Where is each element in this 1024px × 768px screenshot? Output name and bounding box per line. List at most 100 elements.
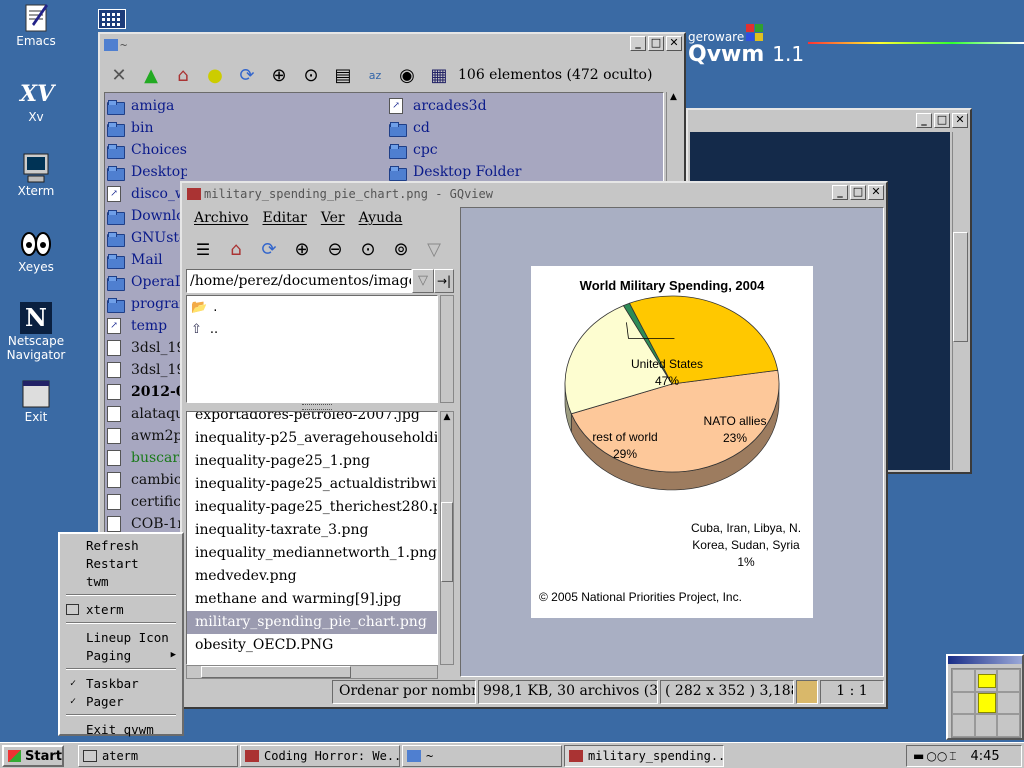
menu-item-xterm[interactable]: xterm — [64, 600, 178, 618]
file-item[interactable]: 3dsl_19 — [107, 359, 187, 381]
file-list-scrollbar[interactable]: ▲ — [440, 411, 454, 665]
maximize-button[interactable]: □ — [648, 36, 664, 51]
filemanager-titlebar[interactable]: ~ — [102, 36, 682, 54]
refresh-icon[interactable]: ⟳ — [234, 62, 260, 88]
color-profile-icon[interactable] — [796, 680, 818, 704]
menu-item-refresh[interactable]: Refresh — [64, 536, 178, 554]
file-list-item[interactable]: inequality-page25_therichest280.png — [187, 496, 437, 519]
path-input[interactable]: /home/perez/documentos/imagen — [186, 269, 412, 293]
file-item[interactable]: Choices — [107, 139, 187, 161]
zoom-original-icon[interactable]: ⊚ — [388, 236, 414, 262]
image-view[interactable]: World Military Spending, 2004 United Sta… — [460, 207, 884, 677]
file-item[interactable]: 2012-0 — [107, 381, 187, 403]
task-filemanager[interactable]: ~ — [402, 745, 562, 767]
scroll-up-icon[interactable]: ▲ — [441, 412, 453, 422]
task-aterm[interactable]: aterm — [78, 745, 238, 767]
file-list-item[interactable]: medvedev.png — [187, 565, 437, 588]
desktop-icon-emacs[interactable]: Emacs — [0, 2, 72, 48]
file-item[interactable]: cpc — [389, 139, 589, 161]
menu-item-lineup-icon[interactable]: Lineup Icon — [64, 628, 178, 646]
close-button[interactable]: ✕ — [952, 113, 968, 128]
file-item[interactable]: ↗ arcades3d — [389, 95, 589, 117]
pager-desk[interactable] — [952, 669, 975, 692]
gqview-titlebar[interactable]: military_spending_pie_chart.png - GQview — [184, 185, 884, 203]
pager-desk[interactable] — [952, 691, 975, 715]
clock[interactable]: 4:45 — [971, 749, 1000, 764]
details-view-icon[interactable]: ▤ — [330, 62, 356, 88]
maximize-button[interactable]: □ — [850, 185, 866, 200]
menu-item-exit-qvwm[interactable]: Exit qvwm — [64, 720, 178, 738]
file-list-item[interactable]: military_spending_pie_chart.png — [187, 611, 437, 634]
file-list-item[interactable]: methane and warming[9].jpg — [187, 588, 437, 611]
tray-lamp-icon[interactable]: ⌶ — [949, 749, 956, 764]
menu-ayuda[interactable]: Ayuda — [359, 210, 403, 226]
file-item[interactable]: GNUste — [107, 227, 187, 249]
menu-item-restart[interactable]: Restart — [64, 554, 178, 572]
file-item[interactable]: 3dsl_19 — [107, 337, 187, 359]
gqview-window[interactable]: military_spending_pie_chart.png - GQview… — [180, 181, 888, 709]
tray-monitor-icon[interactable]: ▬ — [913, 749, 924, 763]
pager-desk[interactable] — [974, 669, 998, 692]
zoom-in-icon[interactable]: ⊕ — [266, 62, 292, 88]
pane-splitter[interactable] — [302, 404, 332, 410]
pager-desk[interactable] — [974, 714, 998, 737]
file-list-item[interactable]: inequality_mediannetworth_1.png — [187, 542, 437, 565]
file-item[interactable]: ↗ disco_w — [107, 183, 187, 205]
desktop-icon-xterm[interactable]: Xterm — [0, 152, 72, 198]
close-button[interactable]: ✕ — [868, 185, 884, 200]
zoom-fit-icon[interactable]: ⊙ — [355, 236, 381, 262]
scroll-up-icon[interactable]: ▲ — [667, 92, 680, 104]
file-list-item[interactable]: inequality-p25_averagehouseholdinc — [187, 427, 437, 450]
home-icon[interactable]: ⌂ — [170, 62, 196, 88]
file-list-item[interactable]: exportadores-petroleo-2007.jpg — [187, 412, 437, 427]
file-item[interactable]: program — [107, 293, 187, 315]
dir-item-current[interactable]: 📂. — [187, 296, 437, 318]
file-item[interactable]: alataqu — [107, 403, 187, 425]
close-button[interactable]: ✕ — [666, 36, 682, 51]
start-button[interactable]: Start — [2, 745, 64, 767]
close-icon[interactable]: ✕ — [106, 62, 132, 88]
file-item[interactable]: amiga — [107, 95, 187, 117]
thumbnails-icon[interactable]: ☰ — [190, 236, 216, 262]
zoom-out-icon[interactable]: ⊖ — [322, 236, 348, 262]
file-list-hscrollbar[interactable] — [186, 665, 438, 679]
file-item[interactable]: bin — [107, 117, 187, 139]
sort-icon[interactable]: az — [362, 62, 388, 88]
menu-item-pager[interactable]: ✓ Pager — [64, 692, 178, 710]
file-item[interactable]: ↗ temp — [107, 315, 187, 337]
pager[interactable] — [946, 654, 1024, 740]
desktop-icon-exit[interactable]: Exit — [0, 378, 72, 424]
zoom-fit-icon[interactable]: ⊙ — [298, 62, 324, 88]
aterm-scrollbar[interactable] — [952, 132, 968, 470]
pager-desk[interactable] — [974, 691, 998, 715]
up-arrow-icon[interactable]: ▲ — [138, 62, 164, 88]
file-item[interactable]: awm2pl — [107, 425, 187, 447]
dropdown-arrow-icon[interactable]: ▽ — [421, 236, 447, 262]
menu-item-paging[interactable]: Paging ▶ — [64, 646, 178, 664]
pager-desk[interactable] — [952, 714, 975, 737]
home-icon[interactable]: ⌂ — [223, 236, 249, 262]
file-item[interactable]: Mail — [107, 249, 187, 271]
minimize-button[interactable]: _ — [832, 185, 848, 200]
menu-editar[interactable]: Editar — [262, 210, 306, 226]
minimize-button[interactable]: _ — [916, 113, 932, 128]
pager-desk[interactable] — [997, 669, 1020, 692]
task-browser[interactable]: Coding Horror: We... — [240, 745, 400, 767]
sort-button[interactable]: Ordenar por nombre — [332, 680, 476, 704]
menu-item-twm[interactable]: twm — [64, 572, 178, 590]
file-list[interactable]: exportadores-petroleo-2007.jpg inequality… — [186, 411, 438, 665]
refresh-icon[interactable]: ⟳ — [256, 236, 282, 262]
file-item[interactable]: certifica — [107, 491, 187, 513]
dir-item-parent[interactable]: ⇧.. — [187, 318, 437, 340]
bookmark-icon[interactable]: ● — [202, 62, 228, 88]
file-item[interactable]: cd — [389, 117, 589, 139]
file-item[interactable]: Desktop — [107, 161, 187, 183]
pager-desk[interactable] — [997, 714, 1020, 737]
directory-scrollbar[interactable] — [440, 295, 454, 403]
file-item[interactable]: OperaD — [107, 271, 187, 293]
maximize-button[interactable]: □ — [934, 113, 950, 128]
path-history-dropdown[interactable]: ▽ — [412, 269, 434, 293]
desktop-icon-netscape[interactable]: N Netscape Navigator — [0, 302, 72, 362]
file-list-item[interactable]: inequality-taxrate_3.png — [187, 519, 437, 542]
file-item[interactable]: Desktop Folder — [389, 161, 589, 183]
